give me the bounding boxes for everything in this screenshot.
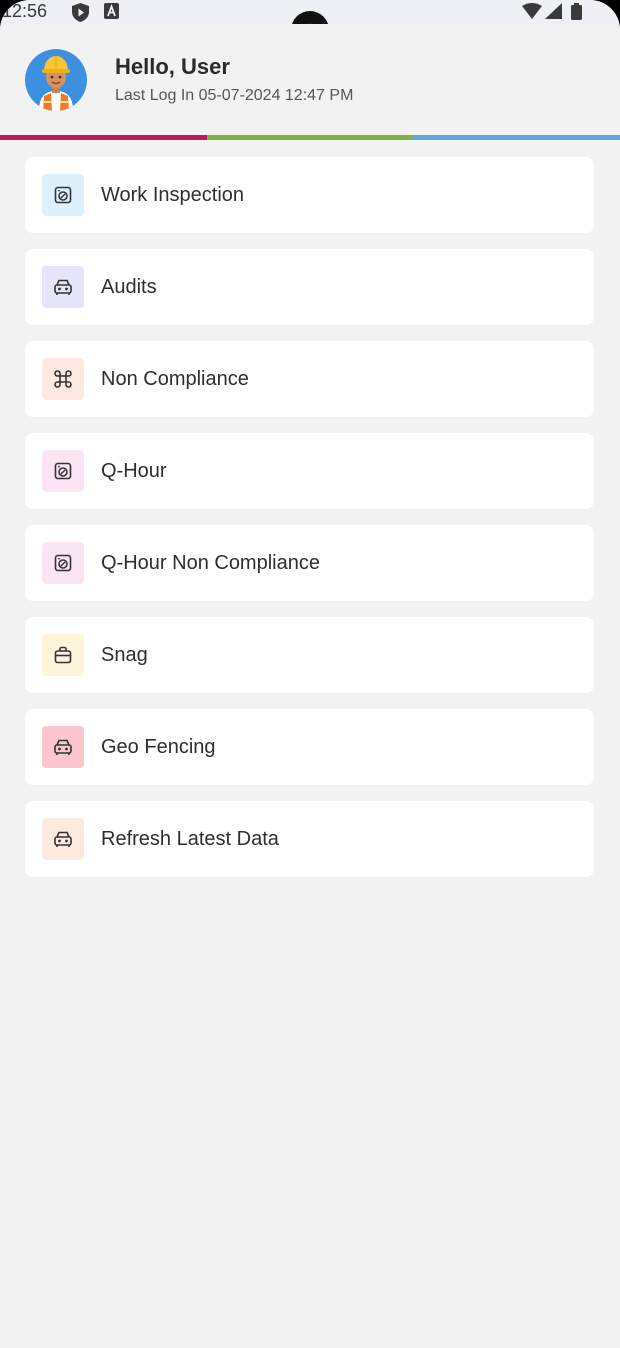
- greeting-text: Hello, User: [115, 54, 230, 79]
- menu-item-refresh-latest-data[interactable]: Refresh Latest Data: [25, 801, 594, 877]
- menu-item-label: Refresh Latest Data: [101, 828, 279, 850]
- menu-item-label: Snag: [101, 644, 148, 666]
- menu-item-audits[interactable]: Audits: [25, 249, 594, 325]
- header-divider: [0, 135, 620, 140]
- profile-header: Hello, User Last Log In 05-07-2024 12:47…: [0, 24, 620, 136]
- app-screen: 12:56 Hello, User Last Log In 05-07-2024…: [0, 0, 620, 1348]
- menu-item-label: Q-Hour: [101, 460, 167, 482]
- menu-item-label: Non Compliance: [101, 368, 249, 390]
- menu-item-label: Q-Hour Non Compliance: [101, 552, 320, 574]
- menu-item-non-compliance[interactable]: Non Compliance: [25, 341, 594, 417]
- menu-item-q-hour[interactable]: Q-Hour: [25, 433, 594, 509]
- status-time: 12:56: [2, 1, 48, 21]
- menu-item-q-hour-non-compliance[interactable]: Q-Hour Non Compliance: [25, 525, 594, 601]
- menu-item-geo-fencing[interactable]: Geo Fencing: [25, 709, 594, 785]
- last-login-text: Last Log In 05-07-2024 12:47 PM: [115, 87, 354, 104]
- menu-item-snag[interactable]: Snag: [25, 617, 594, 693]
- menu-item-label: Audits: [101, 276, 157, 298]
- washing-machine-icon: [42, 542, 84, 584]
- cellular-signal-icon: [545, 3, 562, 24]
- menu-item-label: Work Inspection: [101, 184, 245, 206]
- command-key-icon: [42, 358, 84, 400]
- vehicle-front-icon: [42, 726, 84, 768]
- module-menu: Work Inspection Audits Non Compliance Q-…: [25, 157, 594, 893]
- menu-item-label: Geo Fencing: [101, 736, 216, 758]
- washing-machine-icon: [42, 450, 84, 492]
- wifi-icon: [522, 3, 542, 24]
- divider-segment-green: [206, 135, 414, 140]
- divider-segment-magenta: [0, 135, 207, 140]
- construction-worker-avatar-icon[interactable]: [25, 49, 87, 111]
- vehicle-front-icon: [42, 818, 84, 860]
- bag-icon: [42, 634, 84, 676]
- vehicle-front-icon: [42, 266, 84, 308]
- letter-a-icon: [104, 3, 119, 24]
- menu-item-work-inspection[interactable]: Work Inspection: [25, 157, 594, 233]
- battery-icon: [571, 3, 582, 25]
- washing-machine-icon: [42, 174, 84, 216]
- divider-segment-blue: [413, 135, 620, 140]
